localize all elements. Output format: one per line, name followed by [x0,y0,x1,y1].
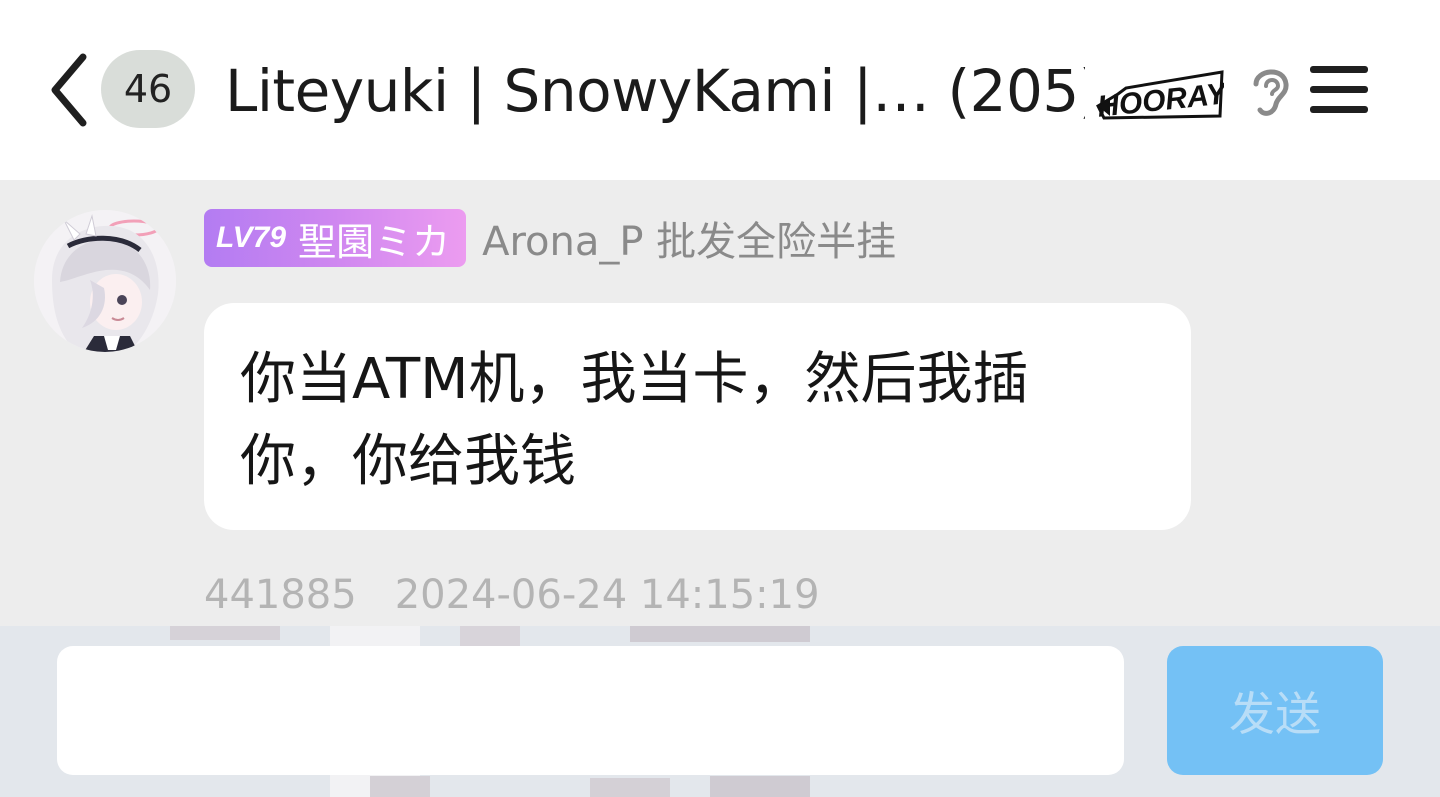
hamburger-menu-icon[interactable] [1306,62,1372,118]
message-id: 441885 [204,572,357,618]
sender-name[interactable]: Arona_P 批发全险半挂 [482,209,896,267]
chevron-left-icon [51,53,87,127]
level-badge[interactable]: LV79 聖園ミカ [204,209,467,267]
message-bubble[interactable]: 你当ATM机，我当卡，然后我插你，你给我钱 [204,303,1191,530]
level-number: LV79 [216,221,287,254]
level-title: 聖園ミカ [298,219,451,264]
send-button[interactable]: 发送 [1167,646,1383,775]
ear-icon[interactable] [1244,62,1294,120]
chat-header: 46 Liteyuki | SnowyKami |… (205) HOORAY [0,0,1440,180]
hooray-sticker: HOORAY [1096,70,1224,122]
message-list: LV79 聖園ミカ Arona_P 批发全险半挂 你当ATM机，我当卡，然后我插… [0,180,1440,626]
message-timestamp: 2024-06-24 14:15:19 [394,572,820,618]
sender-info: LV79 聖園ミカ Arona_P 批发全险半挂 [204,208,896,268]
unread-count-badge[interactable]: 46 [101,50,195,128]
message-text: 你当ATM机，我当卡，然后我插你，你给我钱 [240,347,1029,494]
input-bar: 发送 [0,626,1440,797]
back-button[interactable] [40,50,100,130]
message-input[interactable] [57,646,1124,775]
sender-avatar[interactable] [34,210,176,352]
chat-window: 46 Liteyuki | SnowyKami |… (205) HOORAY [0,0,1440,797]
group-title[interactable]: Liteyuki | SnowyKami |… (205) [225,54,1085,128]
message-meta: 441885 2024-06-24 14:15:19 [204,572,820,622]
